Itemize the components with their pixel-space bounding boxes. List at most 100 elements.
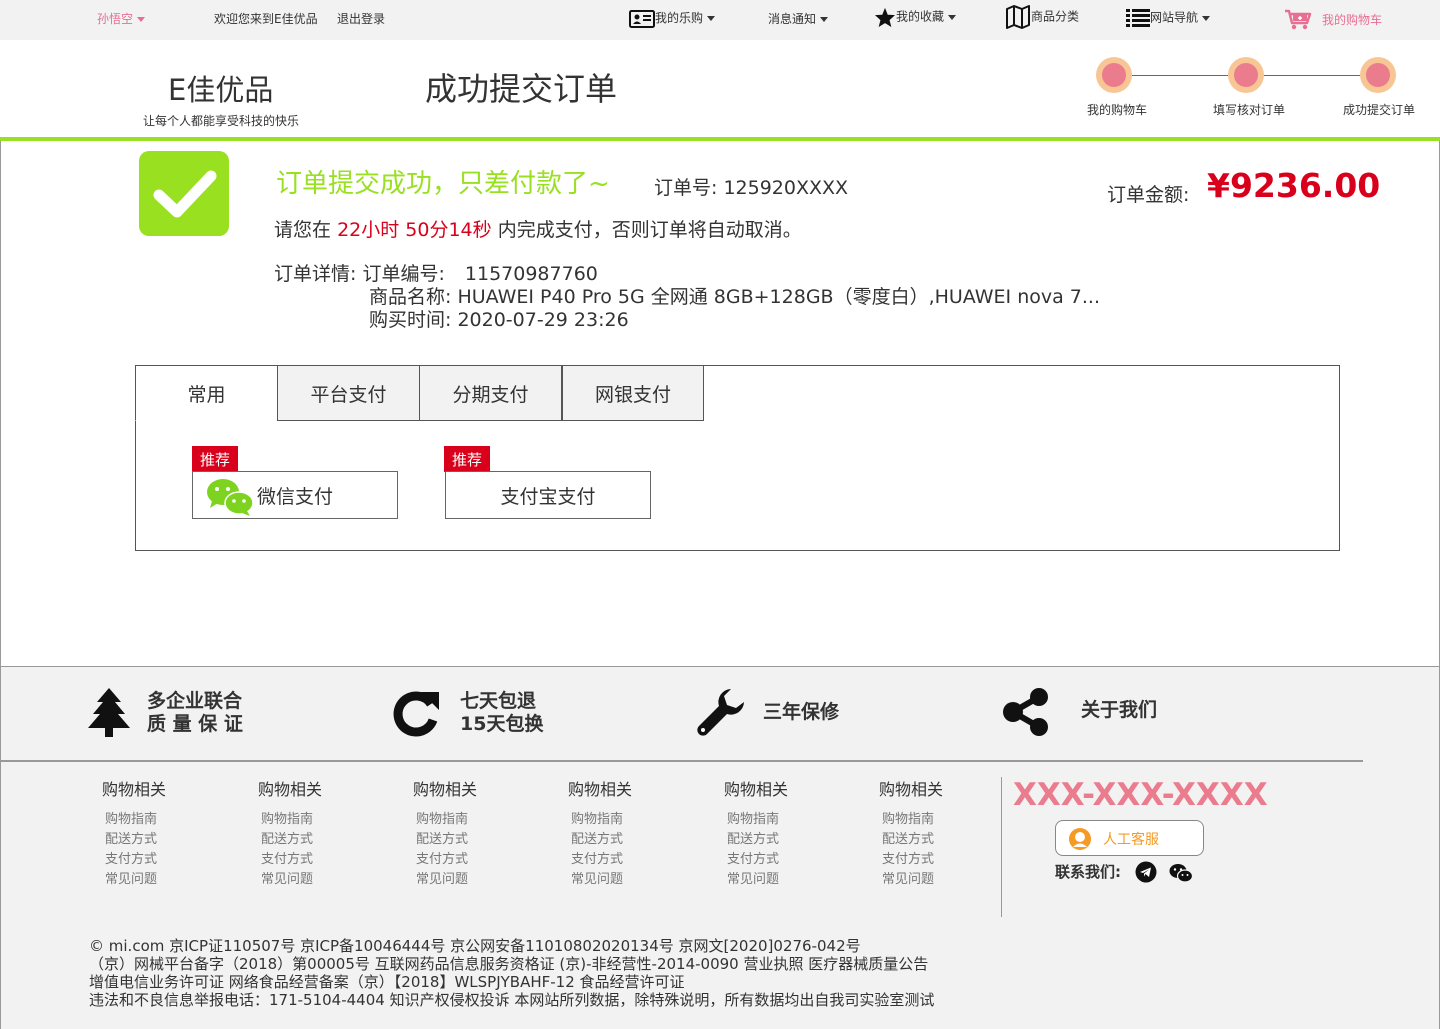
footer-link[interactable]: 配送方式 (105, 828, 157, 847)
service-phone: XXX-XXX-XXXX (1013, 777, 1268, 813)
order-details: 订单详情: 订单编号: 11570987760 (274, 263, 598, 286)
page-title: 成功提交订单 (425, 70, 618, 108)
footer-link[interactable]: 支付方式 (727, 848, 779, 867)
step-dot (1360, 57, 1396, 93)
user-menu[interactable]: 孙悟空 (97, 10, 146, 27)
star-icon (875, 7, 895, 27)
customer-service-button[interactable]: 人工客服 (1055, 820, 1204, 856)
product-label: 商品名称: (369, 286, 452, 308)
site-logo[interactable]: E佳优品 (168, 67, 273, 109)
footer-link[interactable]: 购物指南 (727, 808, 779, 827)
footer-link[interactable]: 配送方式 (416, 828, 468, 847)
footer-link[interactable]: 配送方式 (261, 828, 313, 847)
logout-link[interactable]: 退出登录 (337, 10, 385, 27)
my-lego-menu[interactable]: 我的乐购 (629, 9, 716, 28)
footer-link[interactable]: 支付方式 (571, 848, 623, 867)
product-row: 商品名称: HUAWEI P40 Pro 5G 全网通 8GB+128GB（零度… (369, 286, 1100, 309)
countdown: 22小时 50分14秒 (337, 219, 492, 241)
footer-col-title: 购物相关 (879, 780, 944, 799)
footer-divider (1, 760, 1363, 762)
payment-deadline-notice: 请您在 22小时 50分14秒 内完成支付，否则订单将自动取消。 (274, 215, 802, 242)
step-dot (1096, 57, 1132, 93)
wechat-contact-icon[interactable] (1169, 863, 1193, 883)
my-lego-label: 我的乐购 (655, 11, 704, 25)
service-return: 七天包退 15天包换 (460, 690, 543, 736)
footer: 多企业联合 质 量 保 证 七天包退 15天包换 三年保修 关于我们 购物相关 … (0, 666, 1440, 1029)
detail-label: 订单详情: (274, 263, 357, 285)
username[interactable]: 孙悟空 (97, 12, 133, 26)
footer-link[interactable]: 购物指南 (105, 808, 157, 827)
footer-link[interactable]: 购物指南 (416, 808, 468, 827)
detail-order-no: 11570987760 (464, 263, 598, 285)
footer-link[interactable]: 常见问题 (105, 868, 157, 887)
list-icon (1126, 9, 1150, 27)
footer-link[interactable]: 支付方式 (416, 848, 468, 867)
wechat-icon (207, 479, 254, 516)
product-name: HUAWEI P40 Pro 5G 全网通 8GB+128GB（零度白）,HUA… (457, 286, 1101, 308)
categories-label: 商品分类 (1031, 9, 1080, 24)
step-label-confirm: 填写核对订单 (1213, 103, 1286, 117)
amount-label: 订单金额: (1107, 184, 1190, 206)
footer-link[interactable]: 常见问题 (416, 868, 468, 887)
service-about-us[interactable]: 关于我们 (1081, 699, 1157, 722)
footer-link[interactable]: 支付方式 (105, 848, 157, 867)
notice-prefix: 请您在 (274, 219, 332, 241)
id-card-icon (629, 9, 655, 28)
service-quality-line2: 质 量 保 证 (147, 713, 243, 735)
footer-link[interactable]: 常见问题 (882, 868, 934, 887)
messages-menu[interactable]: 消息通知 (768, 10, 829, 27)
footer-col-title: 购物相关 (568, 780, 633, 799)
chevron-down-icon (707, 16, 716, 21)
wechat-pay-button[interactable]: 微信支付 (192, 471, 398, 519)
service-quality: 多企业联合 质 量 保 证 (147, 690, 243, 736)
service-return-line1: 七天包退 (460, 690, 537, 712)
site-nav-label: 网站导航 (1150, 10, 1199, 25)
tab-installment[interactable]: 分期支付 (419, 365, 562, 421)
service-warranty: 三年保修 (763, 701, 840, 723)
map-icon (1006, 5, 1030, 29)
footer-link[interactable]: 配送方式 (571, 828, 623, 847)
footer-link[interactable]: 支付方式 (882, 848, 934, 867)
payment-panel: 常用 平台支付 分期支付 网银支付 推荐 微信支付 推荐 支付宝支付 (135, 365, 1340, 551)
footer-link[interactable]: 常见问题 (261, 868, 313, 887)
detail-order-no-label: 订单编号: (362, 263, 445, 285)
site-nav-menu[interactable]: 网站导航 (1126, 8, 1211, 28)
step-dot (1228, 57, 1264, 93)
cart-link[interactable]: 我的购物车 (1284, 9, 1382, 31)
footer-link[interactable]: 配送方式 (727, 828, 779, 847)
footer-col-title: 购物相关 (258, 780, 323, 799)
categories-menu[interactable]: 商品分类 (1005, 5, 1079, 29)
tree-icon (88, 688, 130, 737)
footer-link[interactable]: 购物指南 (571, 808, 623, 827)
alipay-button[interactable]: 支付宝支付 (445, 471, 651, 519)
purchase-time-row: 购买时间: 2020-07-29 23:26 (369, 309, 629, 332)
headset-icon (1069, 828, 1091, 850)
footer-link[interactable]: 常见问题 (571, 868, 623, 887)
favorites-menu[interactable]: 我的收藏 (874, 7, 957, 27)
chevron-down-icon (137, 17, 146, 22)
messages-label: 消息通知 (768, 12, 817, 26)
tab-common[interactable]: 常用 (135, 365, 278, 421)
header: E佳优品 让每个人都能享受科技的快乐 成功提交订单 我的购物车 填写核对订单 成… (0, 40, 1440, 138)
customer-service-label: 人工客服 (1103, 832, 1159, 848)
wechat-pay-label: 微信支付 (256, 485, 333, 508)
notice-suffix: 内完成支付，否则订单将自动取消。 (497, 219, 802, 241)
tab-netbank[interactable]: 网银支付 (562, 365, 704, 421)
order-number-label: 订单号: (654, 177, 718, 199)
contact-label: 联系我们: (1055, 863, 1121, 881)
footer-link[interactable]: 支付方式 (261, 848, 313, 867)
step-connector (1132, 75, 1228, 76)
footer-link[interactable]: 常见问题 (727, 868, 779, 887)
step-connector (1264, 75, 1360, 76)
footer-link[interactable]: 配送方式 (882, 828, 934, 847)
telegram-icon[interactable] (1135, 861, 1157, 883)
wrench-icon (697, 689, 744, 736)
step-label-submitted: 成功提交订单 (1343, 103, 1416, 117)
legal-line: 违法和不良信息举报电话：171-5104-4404 知识产权侵权投诉 本网站所列… (89, 991, 935, 1009)
chevron-down-icon (948, 14, 957, 20)
tab-platform-pay[interactable]: 平台支付 (277, 365, 420, 421)
order-number: 订单号: 125920XXXX (654, 173, 848, 200)
footer-link[interactable]: 购物指南 (882, 808, 934, 827)
footer-link[interactable]: 购物指南 (261, 808, 313, 827)
recommend-badge: 推荐 (192, 446, 238, 472)
